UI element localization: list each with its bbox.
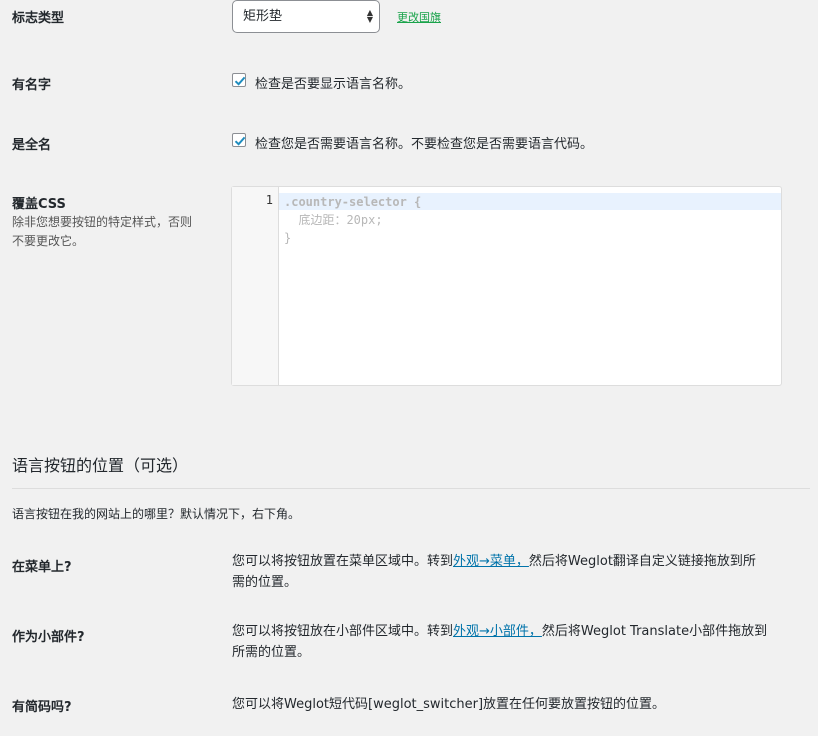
as-widget-label: 作为小部件? xyxy=(12,630,85,645)
shortcode-label: 有简码吗? xyxy=(12,700,72,715)
override-css-desc-line2: 不要更改它。 xyxy=(12,234,85,248)
full-name-label: 是全名 xyxy=(12,138,52,153)
line-number: 1 xyxy=(265,193,273,207)
override-css-desc-line1: 除非您想要按钮的特定样式，否则 xyxy=(12,215,193,229)
select-arrows-icon: ▲ ▼ xyxy=(366,8,373,24)
shortcode-text: 您可以将Weglot短代码[weglot_switcher]放置在任何要放置按钮… xyxy=(232,697,666,712)
full-name-checkbox[interactable] xyxy=(232,133,246,147)
override-css-description: 除非您想要按钮的特定样式，否则 不要更改它。 xyxy=(12,213,217,251)
line-number-gutter: 1 xyxy=(232,187,279,385)
as-widget-text: 您可以将按钮放在小部件区域中。转到外观→小部件，然后将Weglot Transl… xyxy=(232,621,812,663)
appearance-widgets-link[interactable]: 外观→小部件， xyxy=(453,624,542,639)
in-menu-text-line2: 需的位置。 xyxy=(232,575,298,590)
as-widget-text-before: 您可以将按钮放在小部件区域中。转到 xyxy=(232,624,454,639)
css-code-editor[interactable]: 1 .country-selector { 底边距：20px;} xyxy=(231,186,782,386)
with-name-label: 有名字 xyxy=(12,78,52,93)
change-flag-link[interactable]: 更改国旗 xyxy=(397,9,441,25)
position-section-title: 语言按钮的位置（可选） xyxy=(12,456,189,475)
as-widget-text-after: 然后将Weglot Translate小部件拖放到 xyxy=(541,624,768,639)
flag-type-label: 标志类型 xyxy=(12,11,65,26)
flag-type-value: 矩形垫 xyxy=(243,9,283,24)
in-menu-text-after: 然后将Weglot翻译自定义链接拖放到所 xyxy=(528,554,756,569)
section-divider xyxy=(12,488,810,489)
with-name-text: 检查是否要显示语言名称。 xyxy=(255,77,412,92)
in-menu-label: 在菜单上? xyxy=(12,560,72,575)
code-line-2: 底边距：20px; xyxy=(284,213,383,227)
appearance-menus-link[interactable]: 外观→菜单， xyxy=(453,554,529,569)
with-name-checkbox[interactable] xyxy=(232,73,246,87)
position-section-intro: 语言按钮在我的网站上的哪里？默认情况下，右下角。 xyxy=(12,507,301,521)
full-name-text: 检查您是否需要语言名称。不要检查您是否需要语言代码。 xyxy=(255,137,594,152)
code-content[interactable]: .country-selector { 底边距：20px;} xyxy=(284,193,421,247)
in-menu-text-before: 您可以将按钮放置在菜单区域中。转到 xyxy=(232,554,454,569)
full-name-row: 是全名 检查您是否需要语言名称。不要检查您是否需要语言代码。 xyxy=(0,128,818,158)
flag-type-select[interactable]: 矩形垫 ▲ ▼ xyxy=(232,0,380,33)
flag-type-row: 标志类型 矩形垫 ▲ ▼ 更改国旗 xyxy=(0,0,818,40)
with-name-row: 有名字 检查是否要显示语言名称。 xyxy=(0,68,818,98)
in-menu-text: 您可以将按钮放置在菜单区域中。转到外观→菜单，然后将Weglot翻译自定义链接拖… xyxy=(232,551,812,593)
checkmark-icon xyxy=(234,76,246,86)
override-css-label: 覆盖CSS xyxy=(12,197,66,212)
as-widget-text-line2: 所需的位置。 xyxy=(232,645,311,660)
checkmark-icon xyxy=(234,136,246,146)
code-line-3: } xyxy=(284,231,292,245)
code-line-1: .country-selector { xyxy=(284,195,422,209)
